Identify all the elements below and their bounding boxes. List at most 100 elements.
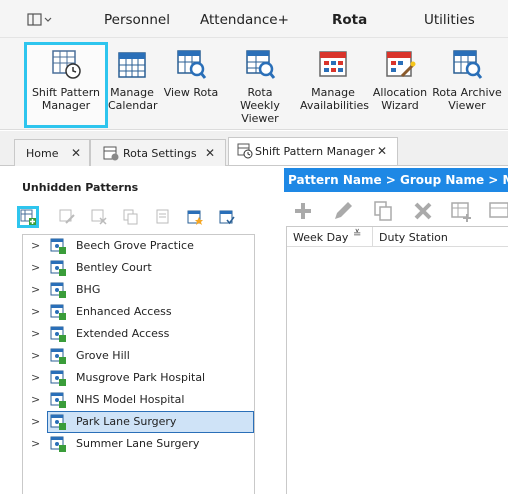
hide-pattern-icon [156, 209, 169, 224]
pattern-group-icon [50, 348, 66, 364]
column-label: Duty Station [379, 231, 448, 244]
tab-label: Rota Settings [123, 147, 197, 160]
copy-pattern-button[interactable] [123, 209, 145, 231]
table-add-icon [451, 202, 471, 222]
table-button[interactable] [488, 200, 508, 222]
check-pattern-button[interactable] [219, 209, 241, 231]
tree-item-label: Beech Grove Practice [76, 239, 194, 252]
column-header-week-day[interactable]: Week Day ≚ [287, 227, 373, 247]
availabilities-icon [319, 51, 347, 77]
insert-row-button[interactable] [450, 200, 472, 222]
copy-icon [123, 209, 138, 225]
delete-row-button[interactable] [412, 200, 434, 222]
tree-item[interactable]: > Grove Hill [23, 345, 254, 367]
pattern-group-icon [50, 436, 66, 452]
manage-availabilities-button[interactable]: Manage Availabilities [300, 42, 370, 128]
tab-label: Shift Pattern Manager [255, 145, 375, 158]
tree-item-label: Park Lane Surgery [76, 415, 177, 428]
view-rota-button[interactable]: View Rota [162, 42, 220, 128]
patterns-panel: Unhidden Patterns > Beech Grove Practice… [0, 166, 268, 494]
panel-toggle-icon [27, 13, 52, 26]
copy-icon [374, 201, 392, 221]
shift-pattern-icon [237, 143, 253, 159]
menu-tab-personnel[interactable]: Personnel [104, 12, 170, 28]
column-label: Week Day [293, 231, 349, 244]
expand-chevron-icon[interactable]: > [31, 261, 40, 274]
pattern-group-icon [50, 392, 66, 408]
pattern-breadcrumb: Pattern Name > Group Name > M [284, 168, 508, 192]
rota-weekly-viewer-button[interactable]: Rota Weekly Viewer [226, 42, 294, 128]
close-icon[interactable]: ✕ [377, 144, 387, 158]
tab-shift-pattern-manager[interactable]: Shift Pattern Manager ✕ [228, 137, 398, 165]
tree-item-label: Bentley Court [76, 261, 152, 274]
edit-pattern-button[interactable] [59, 209, 81, 231]
tree-item[interactable]: > Bentley Court [23, 257, 254, 279]
expand-chevron-icon[interactable]: > [31, 305, 40, 318]
ribbon-label: Manage Calendar [108, 86, 158, 112]
tree-item[interactable]: > Park Lane Surgery [23, 411, 254, 433]
tree-item-label: Enhanced Access [76, 305, 172, 318]
add-pattern-button[interactable] [17, 206, 39, 228]
column-header-duty-station[interactable]: Duty Station [373, 227, 508, 247]
rota-weekly-viewer-icon [246, 50, 276, 79]
calendar-icon [118, 52, 146, 78]
table-icon [489, 202, 508, 218]
hide-pattern-button[interactable] [155, 209, 177, 231]
delete-pattern-button[interactable] [91, 209, 113, 231]
pattern-group-icon [50, 282, 66, 298]
pattern-tree: > Beech Grove Practice > Bentley Court > BHG >… [22, 234, 255, 494]
close-icon[interactable]: ✕ [71, 146, 81, 160]
pattern-group-icon [50, 304, 66, 320]
detail-toolbar [284, 196, 508, 226]
expand-chevron-icon[interactable]: > [31, 415, 40, 428]
edit-row-button[interactable] [332, 200, 354, 222]
app-menu-button[interactable] [26, 12, 58, 28]
pattern-group-icon [50, 260, 66, 276]
ribbon-label: Shift Pattern Manager [31, 86, 101, 112]
menu-tab-rota[interactable]: Rota [332, 12, 367, 28]
menu-tab-utilities[interactable]: Utilities [424, 12, 475, 28]
expand-chevron-icon[interactable]: > [31, 393, 40, 406]
tree-item[interactable]: > Musgrove Park Hospital [23, 367, 254, 389]
tree-item[interactable]: > Summer Lane Surgery [23, 433, 254, 455]
shift-grid: Week Day ≚ Duty Station [286, 226, 508, 494]
expand-chevron-icon[interactable]: > [31, 437, 40, 450]
document-tabs: Home ✕ Rota Settings ✕ Shift Pattern Man… [0, 131, 508, 167]
tree-item[interactable]: > Extended Access [23, 323, 254, 345]
close-icon[interactable]: ✕ [205, 146, 215, 160]
tree-item[interactable]: > Beech Grove Practice [23, 235, 254, 257]
expand-chevron-icon[interactable]: > [31, 327, 40, 340]
add-pattern-icon [20, 209, 36, 225]
panel-title: Unhidden Patterns [22, 181, 139, 194]
allocation-wizard-button[interactable]: Allocation Wizard [372, 42, 428, 128]
tree-item[interactable]: > Enhanced Access [23, 301, 254, 323]
expand-chevron-icon[interactable]: > [31, 283, 40, 296]
manage-calendar-button[interactable]: Manage Calendar [108, 42, 158, 128]
add-row-button[interactable] [292, 200, 314, 222]
expand-chevron-icon[interactable]: > [31, 239, 40, 252]
close-icon [414, 202, 432, 220]
copy-row-button[interactable] [372, 200, 394, 222]
rota-archive-viewer-icon [453, 50, 483, 79]
ribbon: Shift Pattern Manager Manage Calendar Vi… [0, 38, 508, 130]
view-rota-icon [177, 50, 207, 79]
expand-chevron-icon[interactable]: > [31, 371, 40, 384]
tab-rota-settings[interactable]: Rota Settings ✕ [90, 139, 226, 167]
calendar-check-icon [219, 210, 235, 225]
favourite-pattern-button[interactable] [187, 209, 209, 231]
tree-item[interactable]: > NHS Model Hospital [23, 389, 254, 411]
shift-pattern-manager-button[interactable]: Shift Pattern Manager [24, 42, 108, 128]
tab-home[interactable]: Home ✕ [14, 139, 90, 167]
ribbon-label: Manage Availabilities [300, 86, 370, 112]
rota-archive-viewer-button[interactable]: Rota Archive Viewer [432, 42, 502, 128]
expand-chevron-icon[interactable]: > [31, 349, 40, 362]
pattern-detail-panel: Pattern Name > Group Name > M Week Day ≚… [284, 166, 508, 494]
delete-pattern-icon [91, 209, 107, 225]
rota-settings-icon [103, 146, 119, 161]
menu-tab-attendance[interactable]: Attendance+ [200, 12, 289, 28]
pattern-group-icon [50, 326, 66, 342]
tree-item-label: NHS Model Hospital [76, 393, 185, 406]
tree-item[interactable]: > BHG [23, 279, 254, 301]
pattern-group-icon [50, 238, 66, 254]
pattern-group-icon [50, 414, 66, 430]
